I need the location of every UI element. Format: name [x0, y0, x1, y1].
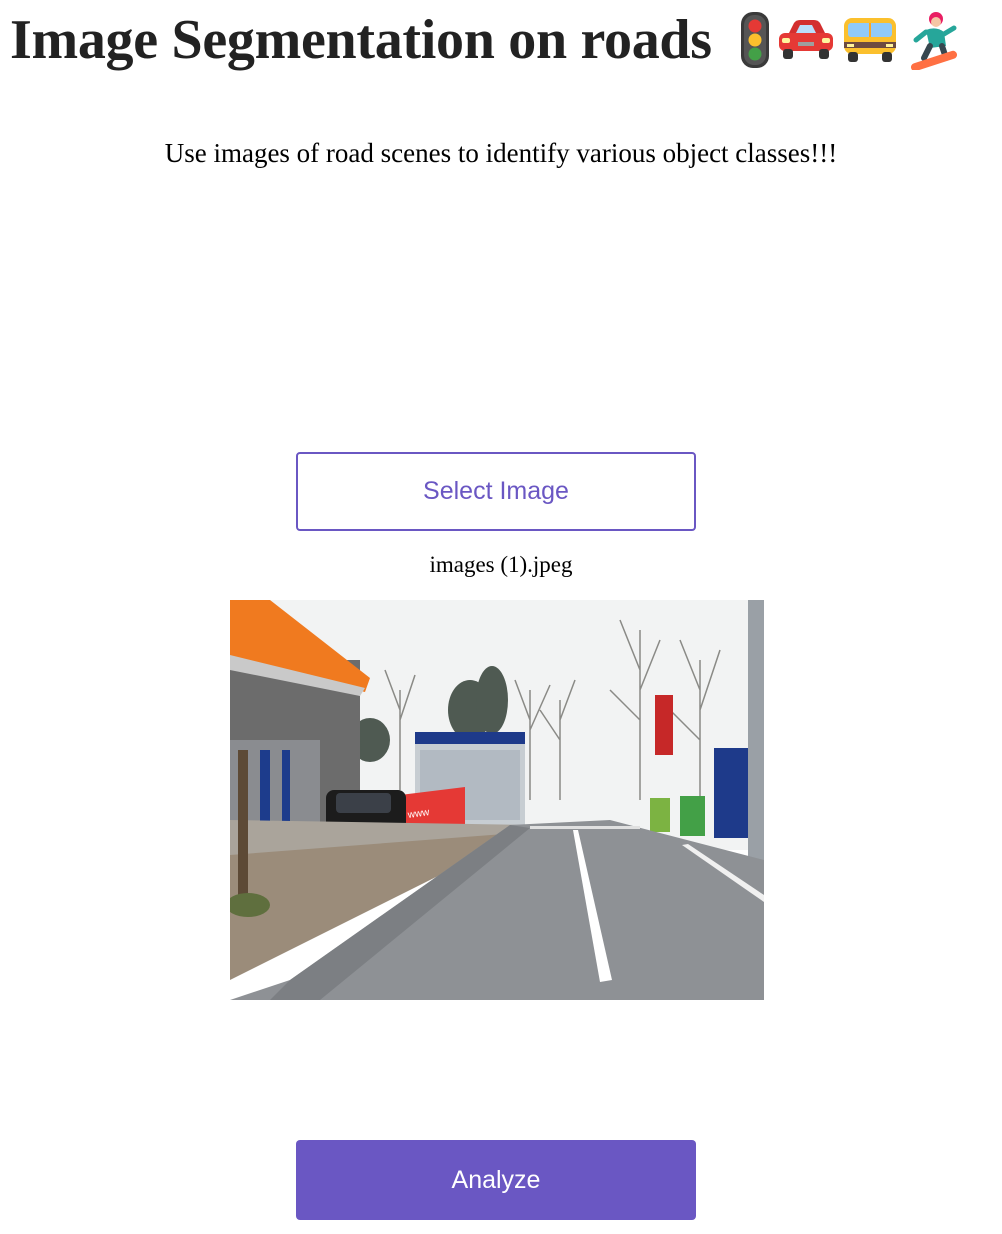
page-header: Image Segmentation on roads: [10, 4, 962, 76]
traffic-light-icon: [738, 10, 772, 70]
minibus-icon: [840, 14, 900, 66]
select-image-button[interactable]: Select Image: [296, 452, 696, 531]
snowboarder-icon: [904, 10, 962, 70]
car-icon: [776, 15, 836, 65]
title-emoji-strip: [738, 10, 962, 70]
selected-file-name: images (1).jpeg: [429, 552, 573, 577]
image-preview: www: [230, 600, 764, 1000]
page-subtitle: Use images of road scenes to identify va…: [164, 138, 838, 168]
analyze-button[interactable]: Analyze: [296, 1140, 696, 1220]
page-title: Image Segmentation on roads: [10, 9, 712, 71]
